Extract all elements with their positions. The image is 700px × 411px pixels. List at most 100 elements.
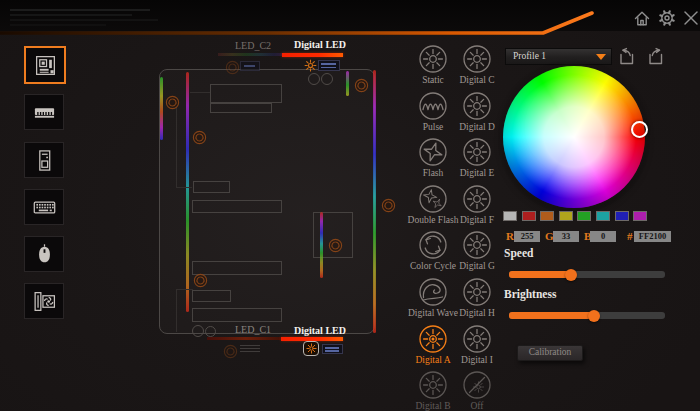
- speed-label: Speed: [504, 247, 533, 259]
- cooler-icon: [32, 289, 57, 314]
- zone-label-digital-led-top[interactable]: Digital LED: [290, 39, 350, 50]
- profile-dropdown-value: Profile 1: [513, 51, 546, 61]
- board-slot-outline: [210, 84, 282, 103]
- digital-led-top-connector-box: [318, 60, 340, 71]
- led-zone-badge[interactable]: [164, 94, 181, 111]
- color-swatch-6[interactable]: [615, 211, 629, 221]
- home-icon: [633, 9, 651, 27]
- rgb-strip: [160, 77, 163, 140]
- calibration-button[interactable]: Calibration: [517, 345, 583, 361]
- profile-export-icon: [646, 46, 665, 66]
- profile-import-button[interactable]: [617, 46, 636, 66]
- board-slot-outline: [192, 200, 282, 213]
- board-slot-outline: [192, 308, 282, 322]
- board-trace: [176, 289, 193, 290]
- chevron-down-icon: [596, 54, 606, 60]
- digital-led-bottom-connector-box: [322, 344, 343, 354]
- color-swatch-5[interactable]: [596, 211, 610, 221]
- board-trace: [190, 92, 210, 93]
- board-circle: [321, 73, 333, 85]
- keyboard-icon: [32, 195, 57, 220]
- speed-slider-fill: [509, 271, 571, 278]
- led-swirl-icon: [327, 237, 344, 254]
- led-swirl-icon: [380, 197, 397, 214]
- speed-slider[interactable]: [509, 271, 665, 278]
- board-trace: [176, 289, 177, 332]
- color-wheel[interactable]: [503, 66, 645, 208]
- color-swatch-3[interactable]: [559, 211, 573, 221]
- brightness-slider-fill: [509, 312, 595, 319]
- sidebar-item-mouse[interactable]: [24, 236, 64, 272]
- brightness-slider-knob[interactable]: [588, 310, 600, 322]
- digital-sun-icon: [304, 59, 317, 72]
- off-icon: [462, 370, 492, 400]
- zone-label-digital-led-bottom[interactable]: Digital LED: [290, 325, 350, 336]
- zone-label-led-c2[interactable]: LED_C2: [223, 40, 283, 51]
- b-value-field[interactable]: 0: [590, 231, 616, 242]
- led-c2-connector-icon: [224, 59, 241, 76]
- rgb-strip: [373, 70, 376, 333]
- brightness-slider[interactable]: [509, 312, 665, 319]
- settings-button[interactable]: [658, 9, 676, 27]
- board-slot-outline: [192, 290, 231, 302]
- mode-digital-c[interactable]: Digital C: [440, 44, 514, 86]
- led-zone-badge[interactable]: [327, 237, 344, 254]
- board-circle: [308, 73, 320, 85]
- led-zone-badge[interactable]: [192, 272, 209, 289]
- led-c1-connector-icon: [222, 343, 239, 360]
- led-c2-underline: [218, 53, 288, 56]
- close-button[interactable]: [682, 9, 700, 27]
- led-swirl-icon: [222, 343, 239, 360]
- pc-case-icon: [32, 148, 57, 173]
- digital-led-bottom-icon: [303, 341, 319, 356]
- digital-led-top-underline: [282, 53, 343, 57]
- sidebar-item-keyboard[interactable]: [24, 189, 64, 225]
- hex-value-field[interactable]: FF2100: [634, 231, 671, 242]
- color-swatch-7[interactable]: [633, 211, 647, 221]
- led-swirl-icon: [224, 59, 241, 76]
- r-label: R: [506, 230, 514, 242]
- zone-label-led-c1[interactable]: LED_C1: [223, 324, 283, 335]
- led-zone-badge[interactable]: [191, 129, 208, 146]
- r-value-field[interactable]: 255: [514, 231, 540, 242]
- mode-digital-g[interactable]: Digital G: [440, 230, 514, 272]
- profile-dropdown[interactable]: Profile 1: [505, 48, 612, 65]
- g-value-field[interactable]: 33: [553, 231, 579, 242]
- settings-icon: [658, 9, 676, 27]
- led-zone-badge[interactable]: [380, 197, 397, 214]
- mode-digital-i[interactable]: Digital I: [440, 324, 514, 366]
- color-swatch-2[interactable]: [540, 211, 554, 221]
- board-slot-outline: [210, 103, 272, 113]
- color-swatch-4[interactable]: [577, 211, 591, 221]
- mode-digital-h[interactable]: Digital H: [440, 277, 514, 319]
- close-icon: [682, 9, 700, 27]
- digital-sun-icon: [306, 343, 317, 354]
- sun-icon: [462, 324, 492, 354]
- led-zone-badge[interactable]: [353, 77, 370, 94]
- board-slot-outline: [193, 181, 230, 193]
- led-swirl-icon: [164, 94, 181, 111]
- led-c2-connector-box: [240, 61, 260, 71]
- hex-label: #: [627, 230, 633, 242]
- sun-icon: [462, 230, 492, 260]
- rgb-fusion-app: LED_C2 Digital LED LED_C1 Digital LED St…: [0, 0, 700, 411]
- accent-swoosh: [0, 0, 700, 42]
- sidebar-item-motherboard[interactable]: [24, 46, 66, 84]
- sidebar-item-pc-case[interactable]: [24, 142, 64, 178]
- sun-icon: [462, 91, 492, 121]
- profile-import-icon: [617, 46, 636, 66]
- speed-slider-knob[interactable]: [565, 269, 577, 281]
- digital-led-top-icon: [304, 59, 317, 72]
- profile-export-button[interactable]: [646, 46, 665, 66]
- sidebar-item-cooler[interactable]: [24, 283, 64, 319]
- led-swirl-icon: [191, 129, 208, 146]
- led-swirl-icon: [353, 77, 370, 94]
- board-trace: [176, 187, 192, 188]
- sun-icon: [462, 277, 492, 307]
- color-swatch-0[interactable]: [503, 211, 517, 221]
- sidebar-item-ram[interactable]: [24, 94, 64, 130]
- home-button[interactable]: [633, 9, 651, 27]
- color-wheel-cursor[interactable]: [631, 121, 648, 138]
- color-swatch-1[interactable]: [522, 211, 536, 221]
- mode-off[interactable]: Off: [440, 370, 514, 411]
